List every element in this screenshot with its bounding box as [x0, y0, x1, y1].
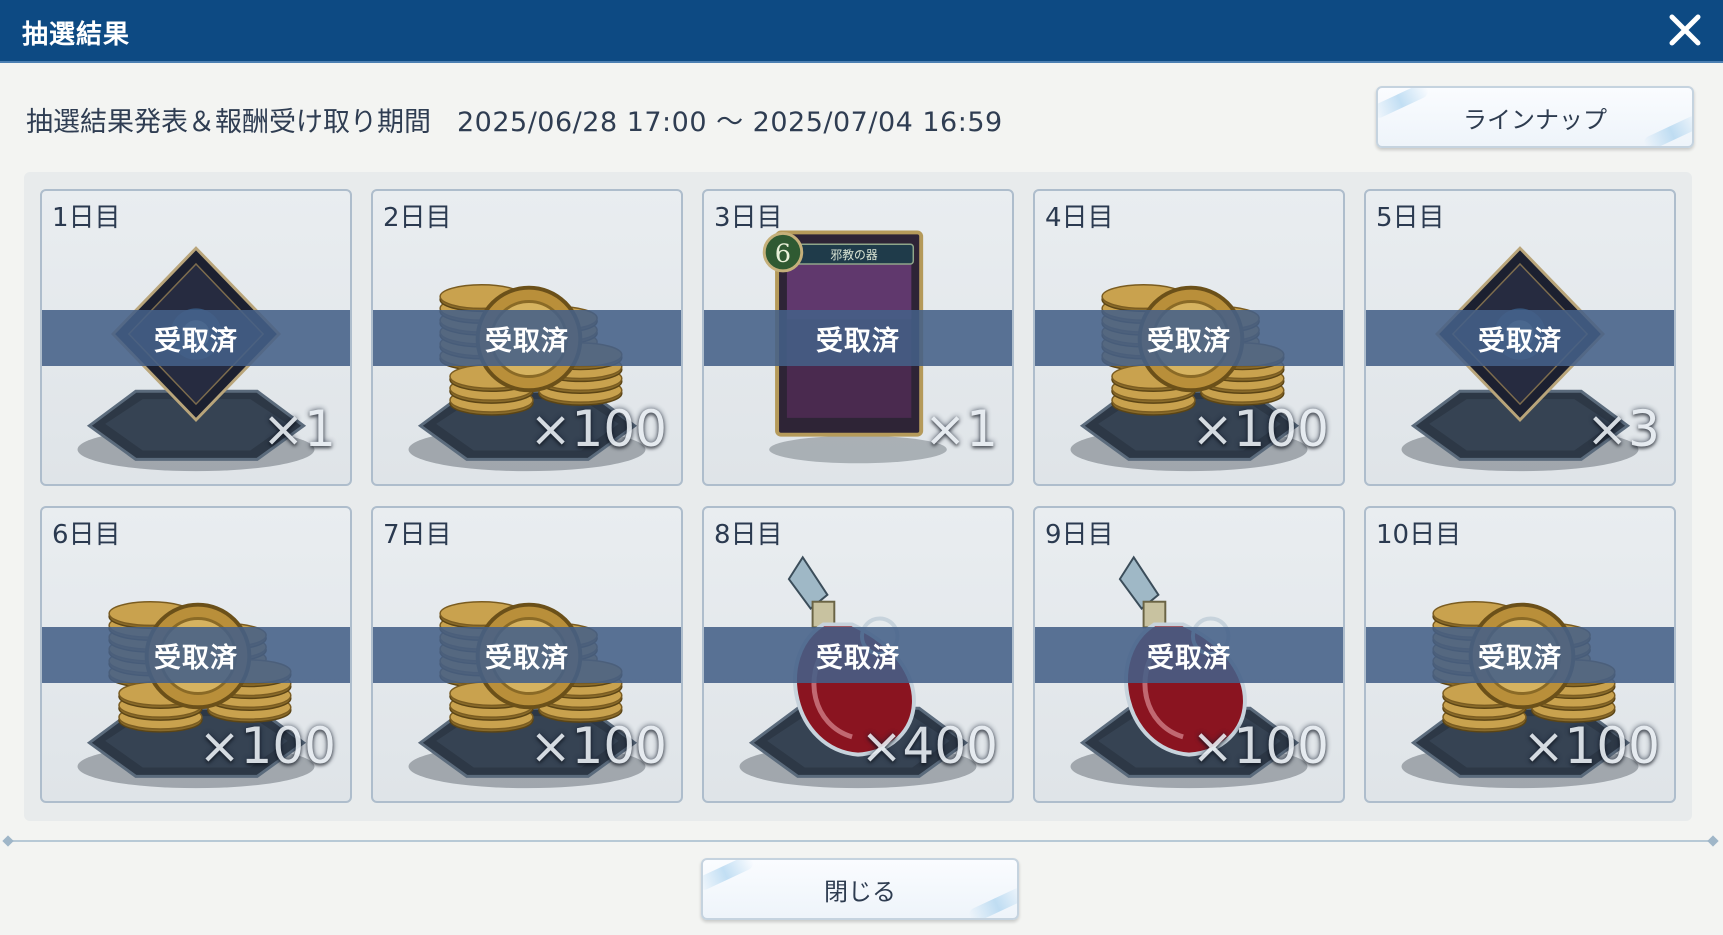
reward-quantity: ×1	[924, 400, 998, 458]
reward-day-label: 9日目	[1045, 520, 1114, 550]
reward-day-label: 5日目	[1376, 203, 1445, 233]
claimed-banner: 受取済	[1366, 310, 1674, 366]
claimed-status: 受取済	[154, 325, 238, 357]
claimed-status: 受取済	[154, 642, 238, 674]
reward-quantity: ×100	[1191, 717, 1329, 775]
reward-quantity: ×3	[1586, 400, 1660, 458]
period-label: 抽選結果発表＆報酬受け取り期間	[26, 107, 431, 138]
reward-card: 1日目受取済 ×1	[40, 189, 352, 486]
reward-card: 4日目受取済 ×100	[1033, 189, 1345, 486]
close-button-label: 閉じる	[824, 877, 896, 906]
reward-quantity: ×1	[262, 400, 336, 458]
lineup-button[interactable]: ラインナップ	[1376, 86, 1694, 148]
reward-quantity: ×100	[198, 717, 336, 775]
title-bar: 抽選結果	[0, 0, 1723, 63]
period-dates: 2025/06/28 17:00 ～ 2025/07/04 16:59	[457, 107, 1003, 138]
close-button[interactable]: 閉じる	[701, 858, 1019, 920]
claimed-status: 受取済	[816, 325, 900, 357]
reward-card: 10日目受取済 ×100	[1364, 506, 1676, 803]
claimed-banner: 受取済	[42, 627, 350, 683]
svg-text:邪教の器: 邪教の器	[830, 248, 878, 262]
claimed-banner: 受取済	[1366, 627, 1674, 683]
claimed-status: 受取済	[1478, 325, 1562, 357]
divider	[8, 840, 1713, 842]
reward-period: 抽選結果発表＆報酬受け取り期間 2025/06/28 17:00 ～ 2025/0…	[26, 100, 1003, 139]
reward-day-label: 7日目	[383, 520, 452, 550]
claimed-status: 受取済	[485, 325, 569, 357]
reward-card: 9日目受取済 ×100	[1033, 506, 1345, 803]
claimed-status: 受取済	[1147, 325, 1231, 357]
claimed-banner: 受取済	[704, 310, 1012, 366]
reward-day-label: 10日目	[1376, 520, 1462, 550]
claimed-banner: 受取済	[1035, 627, 1343, 683]
window-title: 抽選結果	[22, 20, 131, 50]
reward-quantity: ×100	[529, 717, 667, 775]
claimed-status: 受取済	[816, 642, 900, 674]
reward-card: 6日目受取済 ×100	[40, 506, 352, 803]
claimed-status: 受取済	[485, 642, 569, 674]
reward-card: 邪教の器 6 3日目受取済 ×1	[702, 189, 1014, 486]
reward-card: 8日目受取済 ×400	[702, 506, 1014, 803]
claimed-banner: 受取済	[1035, 310, 1343, 366]
reward-card: 5日目受取済 ×3	[1364, 189, 1676, 486]
close-x-button[interactable]	[1663, 8, 1707, 52]
reward-day-label: 2日目	[383, 203, 452, 233]
reward-quantity: ×100	[1191, 400, 1329, 458]
reward-card: 7日目受取済 ×100	[371, 506, 683, 803]
lineup-button-label: ラインナップ	[1463, 105, 1607, 134]
reward-grid: 1日目受取済 ×1 2日目受取済 ×100 邪教の器 6 3日目受取済 ×1 4日目受取済 ×10…	[24, 172, 1692, 821]
claimed-banner: 受取済	[704, 627, 1012, 683]
claimed-status: 受取済	[1478, 642, 1562, 674]
reward-day-label: 8日目	[714, 520, 783, 550]
reward-day-label: 4日目	[1045, 203, 1114, 233]
reward-day-label: 1日目	[52, 203, 121, 233]
claimed-banner: 受取済	[373, 310, 681, 366]
claimed-banner: 受取済	[373, 627, 681, 683]
reward-card: 2日目受取済 ×100	[371, 189, 683, 486]
reward-quantity: ×100	[1522, 717, 1660, 775]
reward-quantity: ×100	[529, 400, 667, 458]
reward-day-label: 3日目	[714, 203, 783, 233]
reward-quantity: ×400	[860, 717, 998, 775]
close-icon	[1669, 14, 1701, 46]
reward-day-label: 6日目	[52, 520, 121, 550]
claimed-status: 受取済	[1147, 642, 1231, 674]
svg-text:6: 6	[775, 239, 791, 269]
claimed-banner: 受取済	[42, 310, 350, 366]
